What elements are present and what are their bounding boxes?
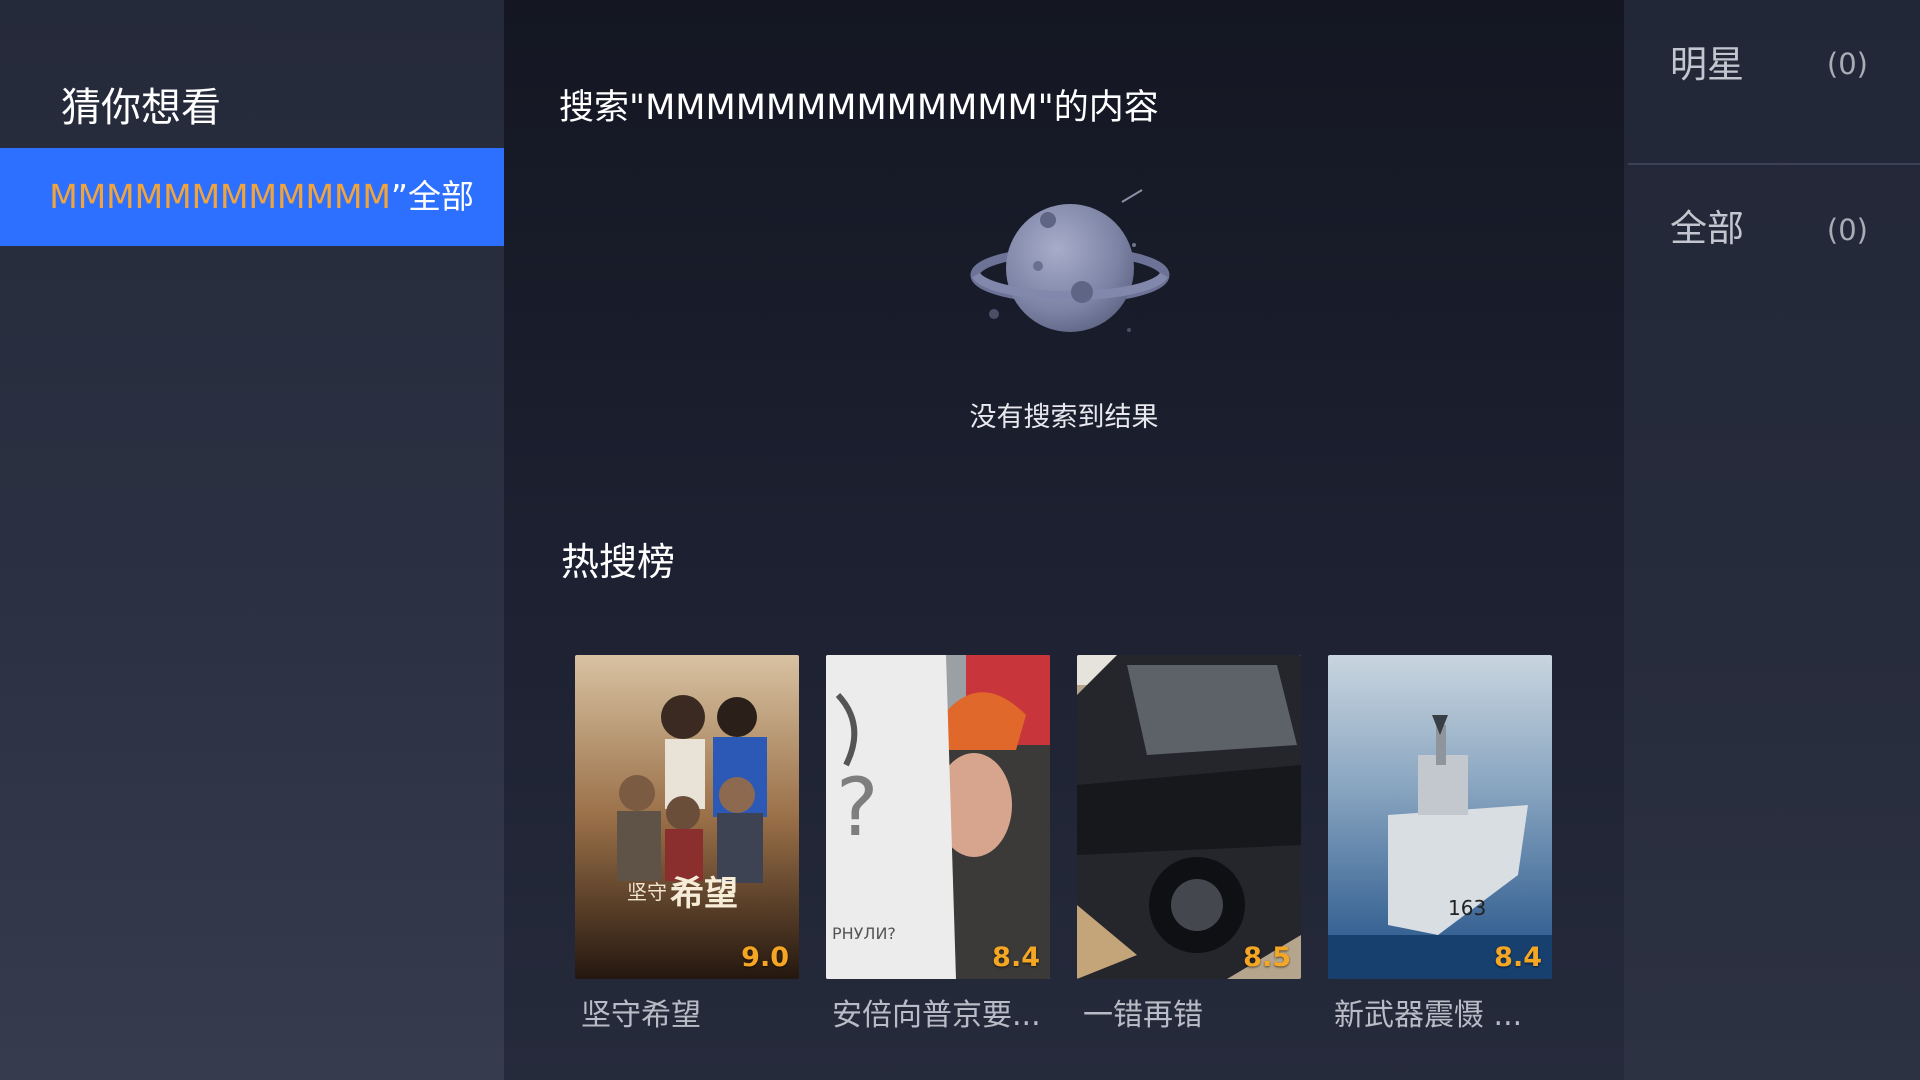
filter-count: (0)	[1826, 47, 1868, 81]
hot-item-card[interactable]: ? РНУЛИ? 8.4 安倍向普京要...	[826, 655, 1050, 1037]
search-results-panel: 搜索"MMMMMMMMMMMMM"的内容 没有搜索到结果 热搜榜 坚守 希望 9…	[504, 0, 1624, 1080]
suggestions-sidebar: 猜你想看 MMMMMMMMMMMMM”全部	[0, 0, 504, 1080]
hot-search-title: 热搜榜	[561, 540, 676, 584]
svg-text:希望: 希望	[670, 874, 738, 914]
suggestion-query-text: MMMMMMMMMMMMM	[20, 177, 391, 216]
marquee-fade-right	[474, 148, 504, 246]
suggestion-item-selected[interactable]: MMMMMMMMMMMMM”全部	[0, 148, 504, 246]
search-results-screen: 猜你想看 MMMMMMMMMMMMM”全部 搜索"MMMMMMMMMMMMM"的…	[0, 0, 1920, 1080]
filter-label: 明星	[1670, 43, 1744, 86]
sidebar-title: 猜你想看	[61, 85, 221, 131]
hot-item-title: 坚守希望	[581, 998, 701, 1033]
rating-score: 8.4	[1494, 942, 1542, 973]
svg-text:163: 163	[1448, 896, 1486, 920]
hot-item-title: 一错再错	[1083, 998, 1203, 1033]
hot-item-card[interactable]: 坚守 希望 9.0 坚守希望	[575, 655, 799, 1037]
filter-label: 全部	[1670, 207, 1744, 250]
svg-text:РНУЛИ?: РНУЛИ?	[832, 924, 896, 943]
suggestion-suffix-text: ”全部	[390, 177, 474, 216]
svg-text:坚守: 坚守	[627, 880, 667, 904]
planet-icon	[964, 180, 1174, 340]
filter-tab-stars[interactable]: 明星 (0)	[1628, 40, 1920, 162]
hot-item-card[interactable]: 8.5 一错再错	[1077, 655, 1301, 1037]
search-results-header: 搜索"MMMMMMMMMMMMM"的内容	[559, 88, 1159, 128]
suggestion-item-label: MMMMMMMMMMMMM”全部	[21, 174, 474, 220]
poster-image: ? РНУЛИ? 8.4	[826, 655, 1050, 979]
poster-image: 坚守 希望 9.0	[575, 655, 799, 979]
category-filter-panel: 明星 (0) 全部 (0)	[1624, 0, 1920, 1080]
marquee-fade-left	[0, 148, 48, 246]
rating-score: 8.5	[1243, 942, 1291, 973]
rating-score: 8.4	[992, 942, 1040, 973]
hot-item-card[interactable]: 163 8.4 新武器震慑 ...	[1328, 655, 1552, 1037]
poster-image: 163 8.4	[1328, 655, 1552, 979]
hot-item-title: 新武器震慑 ...	[1334, 998, 1523, 1033]
filter-count: (0)	[1826, 213, 1868, 247]
poster-image: 8.5	[1077, 655, 1301, 979]
no-results-message: 没有搜索到结果	[969, 402, 1159, 433]
svg-text:?: ?	[836, 761, 878, 854]
hot-item-title: 安倍向普京要...	[832, 998, 1041, 1033]
rating-score: 9.0	[741, 942, 789, 973]
filter-tab-all[interactable]: 全部 (0)	[1628, 164, 1920, 286]
